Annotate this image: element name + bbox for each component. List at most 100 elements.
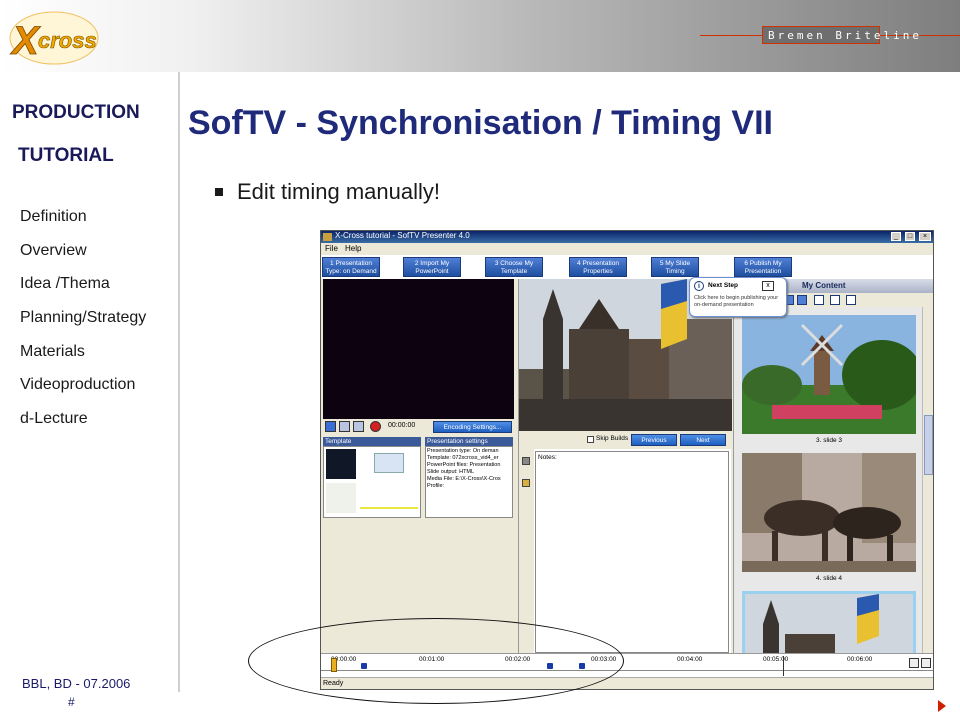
slide-thumbnail[interactable] — [742, 453, 916, 572]
step-6-sublabel: Presentation — [744, 268, 782, 275]
content-scrollbar[interactable] — [922, 307, 933, 689]
template-side-list — [326, 483, 356, 513]
settings-line: Profile: — [427, 483, 445, 489]
slide-thumbnail-list: 3. slide 3 4. slide 4 — [734, 307, 933, 689]
scrollbar-thumb[interactable] — [924, 415, 933, 475]
content-grid-icon[interactable] — [830, 295, 840, 305]
notes-folder-icon[interactable] — [522, 479, 530, 487]
settings-header: Presentation settings — [425, 437, 513, 446]
settings-line: Presentation type: On deman — [427, 448, 499, 454]
nav-item-planning-strategy[interactable]: Planning/Strategy — [20, 309, 146, 327]
nav-item-idea-thema[interactable]: Idea /Thema — [20, 275, 110, 293]
bullet-square-icon — [215, 188, 223, 196]
step-3-label: 3 Choose My — [494, 260, 534, 267]
content-page-icon[interactable] — [846, 295, 856, 305]
svg-text:cross: cross — [38, 28, 97, 53]
encoding-settings-button[interactable]: Encoding Settings... — [433, 421, 512, 433]
slide: X cross Bremen Briteline PRODUCTION TUTO… — [0, 0, 960, 720]
record-icon[interactable] — [370, 421, 381, 432]
nav-item-videoproduction[interactable]: Videoproduction — [20, 376, 135, 394]
step-3-sublabel: Template — [500, 268, 528, 275]
step-5-button[interactable]: 5 My Slide Timing — [651, 257, 699, 277]
step-4-sublabel: Properties — [583, 268, 613, 275]
nav-item-definition[interactable]: Definition — [20, 208, 87, 226]
content-down-icon[interactable] — [797, 295, 807, 305]
timeline-end-line — [783, 656, 784, 676]
template-header: Template — [323, 437, 421, 446]
slide-title: SofTV - Synchronisation / Timing VII — [188, 104, 773, 142]
player-controls: 00:00:00 Encoding Settings... — [323, 419, 514, 435]
settings-line: Slide output: HTML — [427, 469, 475, 475]
settings-line: PowerPoint files: Presentation — [427, 462, 501, 468]
stop-icon[interactable] — [353, 421, 364, 432]
slide-nav-row: Skip Builds Previous Next — [519, 431, 732, 449]
skip-builds-checkbox[interactable] — [587, 436, 594, 443]
step-5-sublabel: Timing — [665, 268, 685, 275]
sidebar-heading-production: PRODUCTION — [12, 102, 140, 123]
sidebar-heading-tutorial: TUTORIAL — [18, 145, 114, 166]
content-pane: My Content 3. slide 3 4. slide 4 — [733, 279, 933, 689]
template-divider — [360, 507, 418, 509]
step-6-button[interactable]: 6 Publish My Presentation — [734, 257, 792, 277]
menu-file[interactable]: File — [325, 244, 338, 253]
page-number: # — [68, 695, 75, 709]
step-2-button[interactable]: 2 Import My PowerPoint — [403, 257, 461, 277]
step-4-button[interactable]: 4 Presentation Properties — [569, 257, 627, 277]
slide-thumbnail[interactable] — [742, 315, 916, 434]
menu-help[interactable]: Help — [345, 244, 361, 253]
footer-credit: BBL, BD - 07.2006 — [22, 676, 131, 691]
timeline-highlight-ellipse — [248, 618, 624, 704]
nav-item-d-lecture[interactable]: d-Lecture — [20, 410, 88, 428]
tooltip-text: Click here to begin publishing your on-d… — [694, 295, 779, 308]
tooltip-close-button[interactable]: x — [762, 281, 774, 291]
notes-doc-icon[interactable] — [522, 457, 530, 465]
nav-item-materials[interactable]: Materials — [20, 343, 85, 361]
brand-line-left — [700, 35, 762, 36]
step-1-label: 1 Presentation — [330, 260, 372, 267]
next-step-tooltip[interactable]: i Next Step x Click here to begin publis… — [689, 277, 787, 317]
nav-item-overview[interactable]: Overview — [20, 242, 87, 260]
step-2-sublabel: PowerPoint — [415, 268, 449, 275]
maximize-button[interactable]: □ — [905, 232, 915, 241]
x-cross-logo: X cross — [6, 6, 102, 68]
next-button[interactable]: Next — [680, 434, 726, 446]
timeline-label: 00:04:00 — [677, 656, 703, 663]
tooltip-title: Next Step — [708, 282, 738, 289]
minimize-button[interactable]: _ — [891, 232, 901, 241]
close-button[interactable]: × — [919, 232, 931, 241]
timeline-zoom-icon[interactable] — [909, 658, 931, 668]
pause-icon[interactable] — [339, 421, 350, 432]
template-preview — [323, 446, 421, 518]
svg-text:X: X — [10, 19, 41, 63]
step-4-label: 4 Presentation — [577, 260, 619, 267]
window-titlebar: X-Cross tutorial - SofTV Presenter 4.0 _… — [321, 231, 933, 243]
settings-line: Media File: E:\X-Cross\X-Cros — [427, 476, 501, 482]
settings-line: Template: 072xcross_vid4_er — [427, 455, 499, 461]
step-1-sublabel: Type: on Demand — [325, 268, 377, 275]
menu-bar: File Help — [321, 243, 933, 255]
sidebar-divider — [178, 72, 180, 692]
thumbnail-label: 4. slide 4 — [815, 575, 843, 582]
thumbnail-label: 3. slide 3 — [815, 437, 843, 444]
window-title: X-Cross tutorial - SofTV Presenter 4.0 — [335, 231, 470, 240]
template-video-area — [326, 449, 356, 479]
app-icon — [323, 233, 332, 241]
info-icon: i — [694, 281, 704, 291]
play-icon[interactable] — [325, 421, 336, 432]
timeline-label: 00:05:00 — [763, 656, 789, 663]
video-preview — [323, 279, 514, 419]
step-1-button[interactable]: 1 Presentation Type: on Demand — [322, 257, 380, 277]
timeline-label: 00:06:00 — [847, 656, 873, 663]
template-logo — [374, 453, 404, 473]
timecode: 00:00:00 — [388, 422, 416, 429]
step-2-label: 2 Import My — [414, 260, 450, 267]
next-slide-arrow-icon[interactable] — [938, 700, 946, 712]
wizard-steps-bar: 1 Presentation Type: on Demand 2 Import M… — [321, 255, 933, 279]
skip-builds-label: Skip Builds — [596, 435, 629, 442]
notes-field[interactable]: Notes: — [535, 451, 729, 653]
bullet-text: Edit timing manually! — [237, 179, 440, 204]
step-5-label: 5 My Slide — [659, 260, 691, 267]
previous-button[interactable]: Previous — [631, 434, 677, 446]
step-3-button[interactable]: 3 Choose My Template — [485, 257, 543, 277]
content-view-icon[interactable] — [814, 295, 824, 305]
